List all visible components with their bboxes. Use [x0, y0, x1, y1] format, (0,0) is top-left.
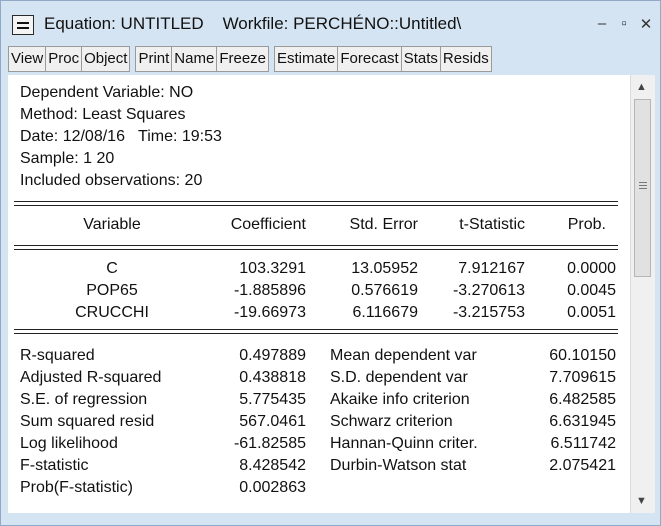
variable-name: POP65 [86, 282, 138, 299]
stat-label: Akaike info criterion [330, 391, 470, 408]
stat-value: 0.002863 [239, 479, 306, 496]
stat-value: 6.511742 [550, 435, 616, 452]
stat-value: 8.428542 [239, 457, 306, 474]
stat-label: Durbin-Watson stat [330, 457, 467, 474]
coefficient-cell: 13.05952 [351, 260, 418, 277]
stat-label: Hannan-Quinn criter. [330, 435, 478, 452]
toolbar-button-proc[interactable]: Proc [45, 46, 83, 72]
window-menu-icon[interactable] [12, 15, 34, 35]
toolbar-button-name[interactable]: Name [171, 46, 218, 72]
stat-label: Schwarz criterion [330, 413, 453, 430]
stat-label: Prob(F-statistic) [20, 479, 133, 496]
stat-value: 6.482585 [549, 391, 616, 408]
variable-name: C [106, 260, 118, 277]
restore-icon[interactable]: ▫ [615, 15, 633, 32]
toolbar-button-stats[interactable]: Stats [400, 46, 441, 72]
window-title: Equation: UNTITLED Workfile: PERCHÉNO::U… [44, 14, 462, 33]
stat-label: Adjusted R-squared [20, 369, 162, 386]
coefficient-cell: 103.3291 [239, 260, 306, 277]
stat-value: 7.709615 [549, 369, 616, 386]
toolbar-button-print[interactable]: Print [135, 46, 173, 72]
divider [14, 245, 618, 246]
stat-label: Log likelihood [20, 435, 118, 452]
coefficient-cell: 0.0045 [567, 282, 616, 299]
column-header: t-Statistic [459, 216, 525, 233]
stat-label: Sum squared resid [20, 413, 155, 430]
coefficient-cell: 7.912167 [458, 260, 525, 277]
date-line: Date: 12/08/16 Time: 19:53 [20, 128, 222, 145]
coefficient-cell: 6.116679 [352, 304, 418, 321]
estimation-output: Dependent Variable: NO Method: Least Squ… [8, 75, 630, 513]
divider [14, 201, 618, 202]
dependent-variable-line: Dependent Variable: NO [20, 84, 194, 101]
column-header: Prob. [567, 216, 606, 233]
toolbar-button-resids[interactable]: Resids [439, 46, 492, 72]
minimize-icon[interactable]: – [593, 15, 611, 32]
scroll-thumb[interactable] [634, 99, 651, 277]
stat-value: 2.075421 [549, 457, 616, 474]
stat-label: Mean dependent var [330, 347, 477, 364]
divider [14, 249, 618, 250]
coefficient-cell: 0.0000 [567, 260, 616, 277]
stat-label: R-squared [20, 347, 95, 364]
coefficient-cell: 0.576619 [351, 282, 418, 299]
observations-line: Included observations: 20 [20, 172, 203, 189]
toolbar-button-object[interactable]: Object [81, 46, 131, 72]
stat-value: 0.438818 [239, 369, 306, 386]
divider [14, 205, 618, 206]
coefficient-cell: -3.270613 [452, 282, 525, 299]
close-icon[interactable]: ✕ [637, 15, 655, 33]
scroll-up-icon[interactable]: ▲ [636, 81, 647, 93]
stat-value: 5.775435 [239, 391, 306, 408]
method-line: Method: Least Squares [20, 106, 186, 123]
column-header: Coefficient [230, 216, 306, 233]
toolbar-button-forecast[interactable]: Forecast [337, 46, 402, 72]
scroll-down-icon[interactable]: ▼ [636, 495, 647, 507]
toolbar-button-freeze[interactable]: Freeze [216, 46, 269, 72]
coefficient-cell: 0.0051 [567, 304, 616, 321]
divider [14, 329, 618, 330]
toolbar: View Proc Object Print Name Freeze Estimate For… [8, 46, 492, 72]
title-bar[interactable]: Equation: UNTITLED Workfile: PERCHÉNO::U… [1, 1, 660, 45]
coefficient-cell: -1.885896 [233, 282, 306, 299]
stat-value: -61.82585 [233, 435, 306, 452]
toolbar-button-view[interactable]: View [8, 46, 47, 72]
stat-value: 6.631945 [549, 413, 616, 430]
toolbar-button-estimate[interactable]: Estimate [274, 46, 339, 72]
vertical-scrollbar[interactable]: ▲ ▼ [630, 75, 655, 513]
equation-window: Equation: UNTITLED Workfile: PERCHÉNO::U… [0, 0, 661, 526]
column-header: Std. Error [349, 216, 418, 233]
variable-name: CRUCCHI [75, 304, 149, 321]
window-bottom-edge [1, 513, 660, 525]
sample-line: Sample: 1 20 [20, 150, 115, 167]
stat-label: S.D. dependent var [330, 369, 468, 386]
coefficient-cell: -3.215753 [452, 304, 525, 321]
stat-label: S.E. of regression [20, 391, 148, 408]
stat-value: 60.10150 [549, 347, 616, 364]
column-header: Variable [83, 216, 141, 233]
stat-label: F-statistic [20, 457, 89, 474]
stat-value: 0.497889 [239, 347, 306, 364]
stat-value: 567.0461 [239, 413, 306, 430]
coefficient-cell: -19.66973 [233, 304, 306, 321]
divider [14, 333, 618, 334]
